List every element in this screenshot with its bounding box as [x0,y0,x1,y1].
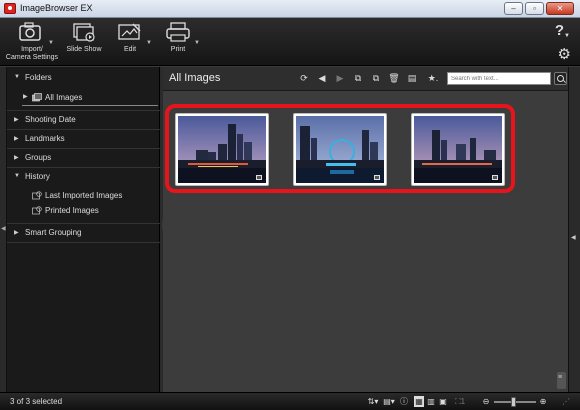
chevron-down-icon: ▼ [194,40,200,46]
sidebar-section-label: Landmarks [25,134,65,143]
selected-underline [22,105,158,106]
right-panel-collapse-strip[interactable]: ◀ [568,67,580,392]
sidebar-section-landmarks[interactable]: ▶ Landmarks [7,130,160,148]
edit-label: Edit [123,46,137,53]
image-browser-main: All Images ⟳ ◀ ▶ ⧉ ⧉ 🗑 ▤ ★. [163,67,568,392]
collapse-left-arrow-icon[interactable]: ◀ [1,225,6,232]
expand-right-icon: ▶ [14,230,19,236]
sidebar-section-smart-grouping[interactable]: ▶ Smart Grouping [7,224,160,242]
close-button[interactable]: ✕ [546,2,574,15]
sidebar-section-label: Smart Grouping [25,228,82,237]
images-folder-icon [32,93,42,102]
rating-filter-icon[interactable]: ★. [423,72,443,84]
help-button[interactable]: ?▼ [555,22,570,39]
preview-view-icon[interactable]: ▣ [438,396,448,407]
move-icon[interactable]: ⧉ [369,72,383,84]
info-icon[interactable]: ⓘ [399,396,409,407]
chevron-down-icon: ▼ [146,40,152,46]
slideshow-icon [73,23,95,42]
sidebar-section-shooting-date[interactable]: ▶ Shooting Date [7,111,160,129]
expand-down-icon: ▼ [14,74,20,80]
main-header: All Images ⟳ ◀ ▶ ⧉ ⧉ 🗑 ▤ ★. [163,67,568,91]
city-night-photo [178,116,266,183]
sidebar-section-label: Folders [25,73,52,82]
printer-icon [166,22,190,42]
app-icon [4,3,16,14]
display-options-icon[interactable]: ▤▾ [382,396,396,407]
print-button[interactable]: ▼ Print [158,21,200,54]
image-status-icon [492,175,498,180]
expand-down-icon: ▼ [14,173,20,179]
search-icon[interactable] [554,72,567,85]
view-mode-icon[interactable]: ▤ [405,72,419,84]
refresh-icon[interactable]: ⟳ [297,72,311,84]
sidebar-section-groups[interactable]: ▶ Groups [7,149,160,167]
window-title-bar: ImageBrowser EX – ▫ ✕ [0,0,580,18]
main-toolbar: ▼ Import/ Camera Settings Slide Show ▼ E… [0,18,580,66]
edit-photo-icon [118,23,141,40]
sidebar-item-label: All Images [45,93,83,102]
sidebar-item-last-imported[interactable]: Last Imported Images [7,189,160,203]
slide-show-button[interactable]: Slide Show [62,21,106,54]
zoom-in-icon[interactable]: ⊕ [538,396,548,407]
thumbnail-size-grip[interactable] [557,372,566,389]
settings-button[interactable]: ⚙ [558,47,571,62]
status-bar: 3 of 3 selected ⇅▾ ▤▾ ⓘ ▦ ▥ ▣ ⛶1 ⊖ ⊕ ⋰ [0,392,580,410]
edit-button[interactable]: ▼ Edit [110,21,152,54]
image-status-icon [374,175,380,180]
divider [7,242,160,243]
expand-right-icon: ▶ [23,94,28,100]
camera-import-icon [19,22,41,41]
page-title: All Images [169,72,221,84]
import-camera-settings-button[interactable]: ▼ Import/ Camera Settings [4,21,60,62]
expand-right-icon: ▶ [14,155,19,161]
copy-icon[interactable]: ⧉ [351,72,365,84]
sidebar-section-label: Shooting Date [25,115,76,124]
image-status-icon [256,175,262,180]
gear-icon: ⚙ [557,46,571,63]
back-icon[interactable]: ◀ [315,72,329,84]
search-input[interactable] [447,72,551,85]
sidebar-section-folders[interactable]: ▼ Folders [7,69,160,87]
list-view-icon[interactable]: ▥ [426,396,436,407]
slideshow-label: Slide Show [66,46,102,53]
image-thumbnail[interactable] [411,113,505,186]
sidebar: ▼ Folders ▶ All Images ▶ Shooting Date ▶… [7,67,160,392]
chevron-down-icon: ▼ [564,33,570,39]
resize-grip-icon[interactable]: ⋰ [561,396,571,407]
sidebar-section-history[interactable]: ▼ History [7,168,160,186]
expand-right-icon: ▶ [14,136,19,142]
zoom-slider-knob[interactable] [511,397,516,407]
collapse-right-arrow-icon[interactable]: ◀ [571,234,576,241]
window-title: ImageBrowser EX [20,3,93,13]
imported-images-icon [32,191,42,200]
import-label-line2: Camera Settings [5,54,59,61]
forward-icon[interactable]: ▶ [333,72,347,84]
left-panel-collapse-strip[interactable]: ◀ [0,67,7,392]
delete-icon[interactable]: 🗑 [387,72,401,84]
sidebar-item-printed-images[interactable]: Printed Images [7,204,160,218]
image-thumbnail[interactable] [175,113,269,186]
help-icon: ? [554,22,565,39]
sidebar-section-label: Groups [25,153,52,162]
maximize-button[interactable]: ▫ [525,2,544,15]
import-label-line1: Import/ [21,46,43,53]
expand-right-icon: ▶ [14,117,19,123]
sort-icon[interactable]: ⇅▾ [366,396,380,407]
sidebar-item-label: Printed Images [45,206,99,215]
sidebar-section-label: History [25,172,50,181]
printed-images-icon [32,206,42,215]
chevron-down-icon: ▼ [48,40,54,46]
minimize-button[interactable]: – [504,2,523,15]
zoom-out-icon[interactable]: ⊖ [481,396,491,407]
print-label: Print [170,46,186,53]
sidebar-item-label: Last Imported Images [45,191,123,200]
sidebar-item-all-images[interactable]: ▶ All Images [7,91,160,105]
grid-view-icon[interactable]: ▦ [414,396,424,407]
fit-icon[interactable]: ⛶1 [452,396,468,407]
city-night-photo [414,116,502,183]
city-night-photo [296,116,384,183]
selection-count: 3 of 3 selected [10,397,63,406]
image-thumbnail[interactable] [293,113,387,186]
